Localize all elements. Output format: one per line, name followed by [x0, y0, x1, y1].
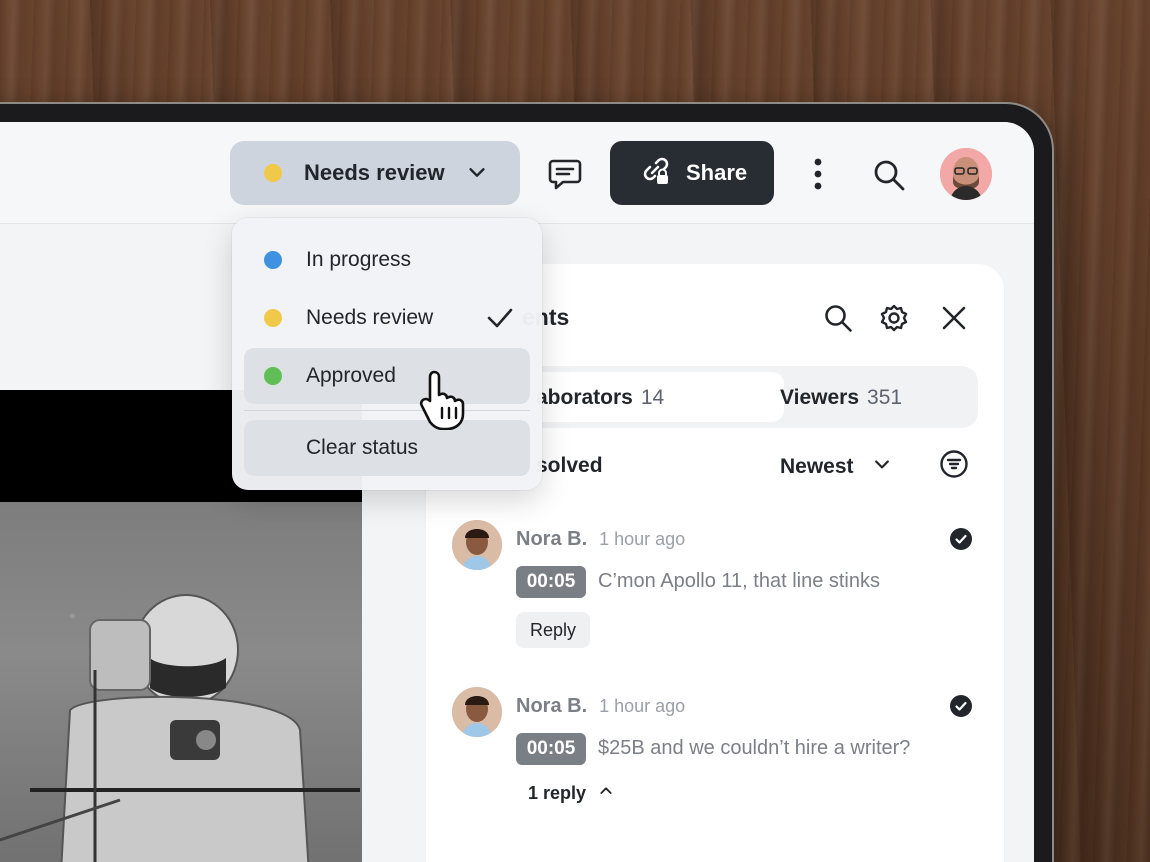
user-avatar[interactable]: [940, 148, 992, 200]
pointer-hand-cursor: [418, 368, 474, 435]
status-dropdown-button[interactable]: Needs review: [230, 141, 520, 205]
sort-label: Newest: [780, 455, 854, 478]
astronaut-figure: [0, 594, 360, 862]
status-dot: [264, 164, 282, 182]
search-icon[interactable]: [870, 156, 908, 194]
comment-time: 1 hour ago: [599, 529, 686, 549]
comment-author: Nora B. 1 hour ago: [516, 695, 685, 718]
filter-icon[interactable]: [938, 448, 970, 480]
tab-viewers-count: 351: [867, 386, 903, 409]
reply-button[interactable]: Reply: [516, 612, 591, 648]
comment-item: Nora B. 1 hour ago 00:05 $25B and we coul…: [452, 687, 982, 827]
checkmark-icon: [486, 306, 514, 336]
status-option-label: In progress: [306, 248, 412, 271]
status-menu: In progress Needs review Approved Clear …: [232, 218, 542, 490]
resolved-filter[interactable]: solved: [536, 454, 603, 478]
status-label: Needs review: [304, 160, 445, 185]
status-dot: [264, 367, 282, 385]
app-screen: Needs review Share ents aborators 14 Vie…: [0, 122, 1034, 862]
sort-dropdown[interactable]: Newest: [780, 454, 892, 480]
comment-author-name: Nora B.: [516, 528, 588, 550]
replies-toggle[interactable]: 1 reply: [528, 783, 614, 804]
tab-collaborators-count: 14: [640, 386, 665, 409]
share-label: Share: [686, 160, 748, 185]
resolved-check-icon[interactable]: [950, 695, 972, 722]
tabs-segmented-control: aborators 14 Viewers 351: [496, 366, 978, 428]
tab-collaborators-label: aborators: [536, 386, 633, 409]
chevron-down-icon: [872, 454, 892, 480]
search-icon[interactable]: [820, 300, 856, 336]
gear-icon[interactable]: [876, 300, 912, 336]
commenter-avatar: [452, 687, 502, 737]
tab-viewers[interactable]: Viewers 351: [780, 386, 902, 410]
commenter-avatar: [452, 520, 502, 570]
top-bar: Needs review Share: [0, 122, 1034, 224]
comment-text: $25B and we couldn’t hire a writer?: [598, 737, 911, 759]
comment-time: 1 hour ago: [599, 696, 686, 716]
status-option-needs-review[interactable]: Needs review: [244, 290, 530, 346]
video-timestamp[interactable]: 00:05: [516, 733, 586, 765]
status-option-label: Needs review: [306, 306, 434, 329]
comment-text: C’mon Apollo 11, that line stinks: [598, 570, 881, 592]
comment-icon[interactable]: [544, 156, 586, 192]
status-option-in-progress[interactable]: In progress: [244, 232, 530, 288]
comment-author-name: Nora B.: [516, 695, 588, 717]
close-icon[interactable]: [936, 300, 972, 336]
tab-viewers-label: Viewers: [780, 386, 860, 409]
status-dot: [264, 251, 282, 269]
share-button[interactable]: Share: [610, 141, 774, 205]
comment-item: Nora B. 1 hour ago 00:05 C’mon Apollo 11,…: [452, 520, 982, 660]
menu-divider: [244, 410, 530, 411]
resolved-check-icon[interactable]: [950, 528, 972, 555]
clear-status-option[interactable]: Clear status: [244, 420, 530, 476]
status-option-approved[interactable]: Approved: [244, 348, 530, 404]
more-vertical-icon[interactable]: [806, 154, 830, 194]
comment-author: Nora B. 1 hour ago: [516, 528, 685, 551]
link-lock-icon: [638, 153, 686, 193]
tab-collaborators[interactable]: aborators 14: [536, 386, 664, 410]
chevron-down-icon: [466, 161, 488, 189]
replies-count: 1 reply: [528, 783, 587, 803]
status-option-label: Approved: [306, 364, 396, 387]
status-dot: [264, 309, 282, 327]
chevron-up-icon: [586, 783, 614, 804]
video-timestamp[interactable]: 00:05: [516, 566, 586, 598]
